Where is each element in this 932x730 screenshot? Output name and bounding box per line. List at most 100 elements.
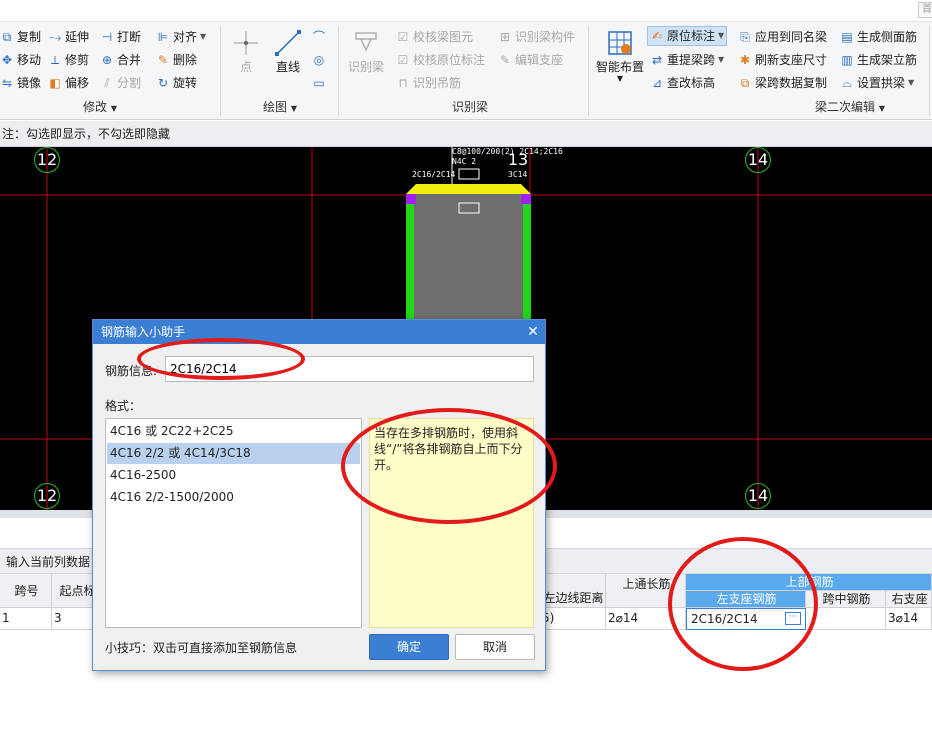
cancel-button[interactable]: 取消 <box>455 634 535 660</box>
split-button[interactable]: ⫽ 分割 <box>100 73 141 93</box>
chevron-down-icon: ▼ <box>718 31 725 40</box>
format-item[interactable]: 4C16-2500 <box>107 465 360 486</box>
notice-bar: 注：勾选即显示，不勾选即隐藏 <box>0 121 932 147</box>
merge-label: 合并 <box>117 53 142 67</box>
cell-top-through-rebar[interactable]: 2⌀14 <box>606 608 686 630</box>
cell-left-edge-distance[interactable]: 5) <box>540 608 606 630</box>
copy-span-data-button[interactable]: ⧉ 梁跨数据复制 <box>738 73 827 93</box>
point-icon <box>234 31 258 55</box>
align-button[interactable]: ⊫ 对齐 ▼ <box>156 27 206 47</box>
left-support-label: 2C16/2C14 <box>412 170 456 179</box>
move-label: 移动 <box>17 53 42 67</box>
apply-same-name-label: 应用到同名梁 <box>755 30 828 44</box>
line-button[interactable]: 直线 <box>270 28 306 75</box>
cell-left-support-value: 2C16/2C14 <box>691 612 758 626</box>
offset-button[interactable]: ◧ 偏移 <box>48 73 89 93</box>
generate-side-rebar-button[interactable]: ▤ 生成侧面筋 <box>840 27 917 47</box>
axis-bubble-12-top: 12 <box>34 147 60 173</box>
extend-label: 延伸 <box>65 30 90 44</box>
cell-left-support-rebar[interactable]: 2C16/2C14 ··· <box>686 608 806 630</box>
identify-beam-button[interactable]: 识别梁 <box>344 28 388 75</box>
line-label: 直线 <box>275 60 300 74</box>
copy-button[interactable]: ⧉ 复制 <box>0 27 41 47</box>
reextract-span-button[interactable]: ⇄ 重提梁跨 ▼ <box>650 50 724 70</box>
elevation-icon: ⊿ <box>651 76 663 90</box>
copy-label: 复制 <box>17 30 42 44</box>
circle-button[interactable]: ◎ <box>312 50 326 70</box>
cell-right-support-rebar[interactable]: 3⌀14 <box>886 608 932 630</box>
trim-button[interactable]: ⟂ 修剪 <box>48 50 89 70</box>
corner-button[interactable]: 首 <box>918 2 932 18</box>
rectangle-icon: ▭ <box>313 76 325 90</box>
divider <box>338 26 339 116</box>
smart-layout-button[interactable]: 智能布置 ▼ <box>594 28 646 83</box>
delete-button[interactable]: ✎ 删除 <box>156 50 197 70</box>
refresh-support-size-button[interactable]: ✱ 刷新支座尺寸 <box>738 50 827 70</box>
check-beam-drawing-button[interactable]: ☑ 校核梁图元 <box>396 27 473 47</box>
format-item[interactable]: 4C16 或 2C22+2C25 <box>107 421 360 442</box>
check-elevation-button[interactable]: ⊿ 查改标高 <box>650 73 715 93</box>
modify-group-label[interactable]: 修改 ▼ <box>70 98 130 115</box>
offset-label: 偏移 <box>65 76 90 90</box>
apply-same-name-button[interactable]: ⎘ 应用到同名梁 <box>738 27 827 47</box>
header-left-edge-distance: 左边线距离 <box>540 574 606 608</box>
chevron-down-icon: ▼ <box>200 32 207 41</box>
format-list[interactable]: 4C16 或 2C22+2C25 4C16 2/2 或 4C14/3C18 4C… <box>105 418 362 628</box>
rectangle-button[interactable]: ▭ <box>312 73 326 93</box>
delete-label: 删除 <box>173 53 198 67</box>
check-original-annotation-button[interactable]: ☑ 校核原位标注 <box>396 50 485 70</box>
tip-text: 小技巧：双击可直接添加至钢筋信息 <box>105 641 298 655</box>
mirror-button[interactable]: ⇋ 镜像 <box>0 73 41 93</box>
draw-group-text: 绘图 <box>263 100 288 114</box>
notice-text: 注：勾选即显示，不勾选即隐藏 <box>2 127 171 141</box>
eraser-icon: ✎ <box>157 53 169 67</box>
merge-button[interactable]: ⊕ 合并 <box>100 50 141 70</box>
split-icon: ⫽ <box>104 76 110 90</box>
original-annotation-button[interactable]: ✍ 原位标注 ▼ <box>647 26 728 46</box>
hanger-icon: ⊓ <box>398 76 408 90</box>
input-column-data-button[interactable]: 输入当前列数据 <box>6 553 90 570</box>
extend-button[interactable]: ⤍ 延伸 <box>48 27 89 47</box>
cell-span-no[interactable]: 1 <box>0 608 52 630</box>
annotation-icon: ✍ <box>651 29 663 43</box>
rotate-label: 旋转 <box>173 76 198 90</box>
rebar-info-label: 钢筋信息: <box>105 364 158 378</box>
point-button[interactable]: 点 <box>228 28 264 75</box>
edit-support-icon: ✎ <box>499 53 511 67</box>
chevron-down-icon: ▼ <box>908 78 915 87</box>
ok-button[interactable]: 确定 <box>369 634 449 660</box>
identify-hanger-button[interactable]: ⊓ 识别吊筋 <box>396 73 461 93</box>
arc-button[interactable]: ⌒ <box>312 27 326 47</box>
edit-support-button[interactable]: ✎ 编辑支座 <box>498 50 563 70</box>
format-item[interactable]: 4C16 2/2-1500/2000 <box>107 487 360 508</box>
beam-edit-group-label[interactable]: 梁二次编辑 ▼ <box>805 98 895 115</box>
break-icon: ⊣ <box>101 30 113 44</box>
chevron-down-icon: ▼ <box>878 104 885 113</box>
rebar-info-input[interactable] <box>165 356 534 382</box>
cell-mid-span-rebar[interactable] <box>806 608 886 630</box>
ribbon-tab-strip <box>0 0 932 22</box>
identify-group-label: 识别梁 <box>451 100 488 114</box>
split-label: 分割 <box>117 76 142 90</box>
identify-beam-member-button[interactable]: ⊞ 识别梁构件 <box>498 27 575 47</box>
dialog-title-bar[interactable]: 钢筋输入小助手 <box>93 320 545 344</box>
move-button[interactable]: ✥ 移动 <box>0 50 41 70</box>
beam-spec-text: N4C 2 <box>452 157 477 166</box>
format-item-selected[interactable]: 4C16 2/2 或 4C14/3C18 <box>107 443 360 464</box>
break-button[interactable]: ⊣ 打断 <box>100 27 141 47</box>
rotate-button[interactable]: ↻ 旋转 <box>156 73 197 93</box>
check-icon: ☑ <box>397 30 409 44</box>
close-icon[interactable]: ✕ <box>523 322 543 342</box>
check-icon: ☑ <box>397 53 409 67</box>
set-arch-beam-button[interactable]: ⌓ 设置拱梁 ▼ <box>840 73 914 93</box>
span-icon: ⇄ <box>651 53 663 67</box>
span-copy-icon: ⧉ <box>740 76 750 90</box>
apply-icon: ⎘ <box>740 30 750 44</box>
ellipsis-button[interactable]: ··· <box>785 612 801 625</box>
divider <box>929 26 930 116</box>
refresh-icon: ✱ <box>739 53 751 67</box>
draw-group-label[interactable]: 绘图 ▼ <box>250 98 310 115</box>
stirrup-icon: ▥ <box>841 53 853 67</box>
point-label: 点 <box>239 60 252 74</box>
generate-stirrup-button[interactable]: ▥ 生成架立筋 <box>840 50 917 70</box>
